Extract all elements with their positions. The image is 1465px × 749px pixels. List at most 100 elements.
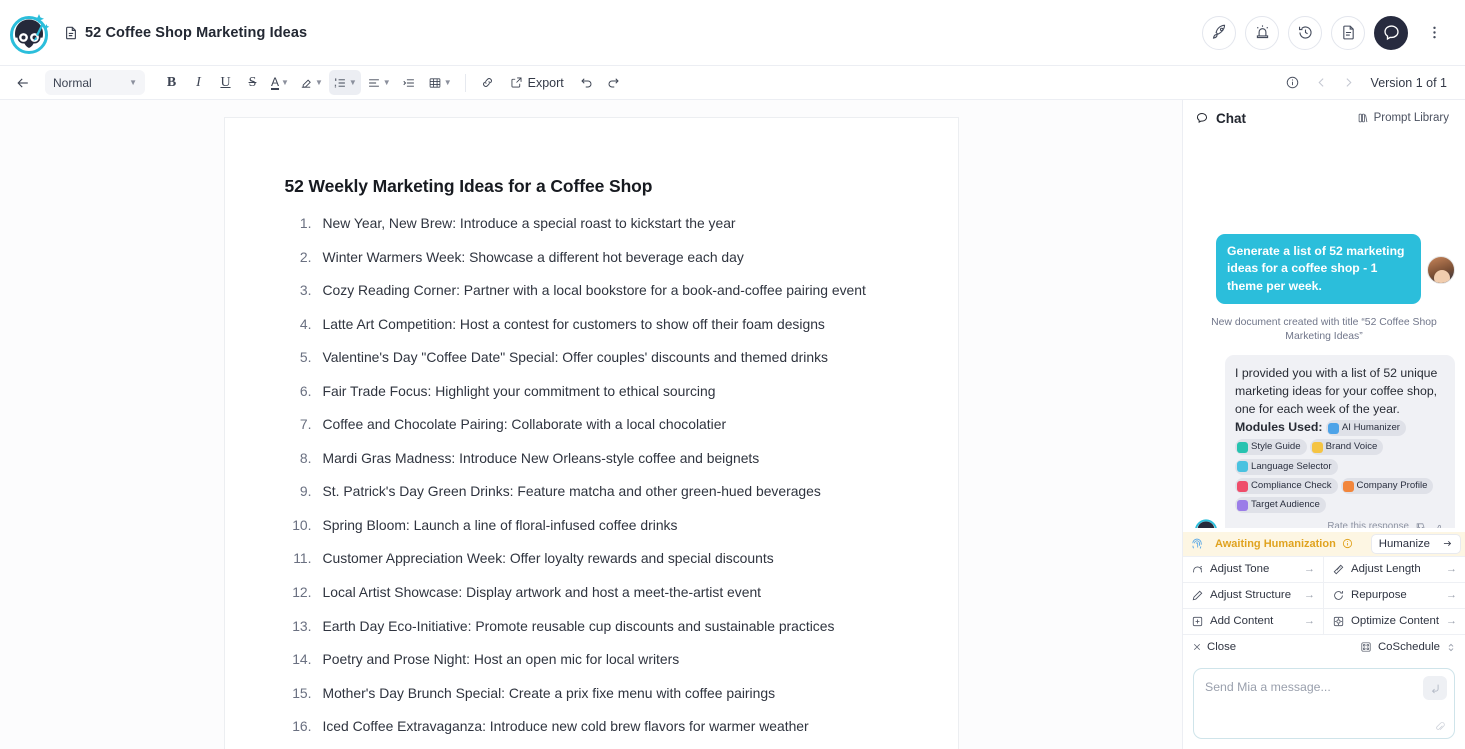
list-item: Local Artist Showcase: Display artwork a…	[285, 582, 762, 602]
list-item: Mardi Gras Madness: Introduce New Orlean…	[285, 448, 760, 468]
back-button[interactable]	[10, 70, 35, 95]
rocket-icon-button[interactable]	[1202, 15, 1236, 50]
pencil-icon	[1191, 589, 1204, 602]
underline-button[interactable]: U	[213, 70, 238, 95]
export-button[interactable]: Export	[502, 70, 572, 95]
strikethrough-button[interactable]: S	[240, 70, 265, 95]
refresh-icon	[1332, 589, 1345, 602]
list-item: Fair Trade Focus: Highlight your commitm…	[285, 381, 716, 401]
assistant-message-bubble: I provided you with a list of 52 unique …	[1225, 354, 1455, 528]
module-color-icon	[1237, 441, 1248, 453]
thumbs-up-icon[interactable]	[1433, 522, 1445, 528]
italic-button[interactable]: I	[186, 70, 211, 95]
undo-button[interactable]	[574, 70, 599, 95]
chat-header: Chat Prompt Library	[1183, 100, 1465, 136]
link-button[interactable]	[475, 70, 500, 95]
coschedule-selector[interactable]: CoSchedule	[1360, 641, 1456, 653]
list-item: Spring Bloom: Launch a line of floral-in…	[285, 515, 678, 535]
list-item: Poetry and Prose Night: Host an open mic…	[285, 649, 680, 669]
module-chip-label: Style Guide	[1251, 441, 1301, 453]
module-chip: Style Guide	[1235, 439, 1307, 456]
next-version-button[interactable]	[1338, 76, 1359, 89]
document-page[interactable]: 52 Weekly Marketing Ideas for a Coffee S…	[223, 117, 959, 749]
editor-toolbar: Normal ▼ B I U S A ▼ ▼ ▼ ▼ ▼ Export Vers…	[0, 65, 1465, 100]
module-chip-label: Company Profile	[1356, 479, 1428, 491]
indent-button[interactable]	[397, 70, 422, 95]
more-vertical-icon-button[interactable]	[1417, 15, 1451, 50]
bold-button[interactable]: B	[159, 70, 184, 95]
rate-response-row: Rate this response	[1235, 520, 1445, 528]
quick-action-adjust-tone[interactable]: Adjust Tone →	[1183, 555, 1324, 582]
ordered-list-button[interactable]: ▼	[328, 70, 361, 95]
quick-action-adjust-length[interactable]: Adjust Length →	[1324, 555, 1465, 582]
align-button[interactable]: ▼	[363, 70, 395, 95]
chevron-down-icon: ▼	[348, 78, 357, 87]
text-color-button[interactable]: A ▼	[267, 70, 293, 95]
close-button[interactable]: Close	[1192, 641, 1236, 653]
table-button[interactable]: ▼	[424, 70, 456, 95]
quick-actions-grid: Adjust Tone → Adjust Length → Adjust Structu…	[1183, 555, 1465, 634]
list-item: Winter Warmers Week: Showcase a differen…	[285, 247, 744, 267]
chevron-down-icon: ▼	[314, 78, 323, 87]
info-button[interactable]	[1280, 70, 1305, 95]
list-item: New Year, New Brew: Introduce a special …	[285, 213, 736, 233]
info-icon[interactable]	[1342, 538, 1353, 549]
quick-action-repurpose[interactable]: Repurpose →	[1324, 581, 1465, 608]
page-title: 52 Weekly Marketing Ideas for a Coffee S…	[284, 176, 653, 196]
quick-action-adjust-structure[interactable]: Adjust Structure →	[1183, 581, 1324, 608]
send-button[interactable]	[1423, 676, 1447, 700]
export-label: Export	[527, 75, 564, 90]
app-logo[interactable]	[8, 10, 54, 56]
list-item: Mother's Day Brunch Special: Create a pr…	[285, 683, 776, 703]
siren-icon-button[interactable]	[1245, 15, 1279, 50]
toolbar-right-group: Version 1 of 1	[1280, 70, 1455, 95]
quick-action-label: Add Content	[1210, 615, 1274, 628]
table-icon	[428, 76, 442, 90]
user-message-row: Generate a list of 52 marketing ideas fo…	[1193, 234, 1455, 304]
prompt-library-button[interactable]: Prompt Library	[1351, 108, 1455, 128]
ai-message-row: I provided you with a list of 52 unique …	[1193, 354, 1455, 528]
humanize-button-label: Humanize	[1378, 537, 1430, 550]
quick-action-optimize-content[interactable]: Optimize Content →	[1324, 607, 1465, 634]
module-chip-label: Brand Voice	[1325, 441, 1378, 453]
plus-box-icon	[1191, 615, 1204, 628]
version-label: Version 1 of 1	[1370, 75, 1447, 90]
chevron-down-icon: ▼	[129, 78, 137, 87]
humanize-button[interactable]: Humanize	[1370, 533, 1461, 554]
document-icon-button[interactable]	[1331, 15, 1365, 50]
paragraph-style-select[interactable]: Normal ▼	[45, 70, 145, 95]
chevron-down-icon: ▼	[443, 78, 452, 87]
module-color-icon	[1342, 480, 1354, 492]
attachment-icon[interactable]	[1434, 721, 1446, 733]
chat-footer: Close CoSchedule	[1183, 633, 1465, 660]
module-color-icon	[1311, 441, 1323, 453]
chat-icon-button[interactable]	[1374, 15, 1408, 50]
quick-action-label: Optimize Content	[1351, 615, 1439, 628]
quick-action-label: Adjust Structure	[1210, 589, 1292, 602]
module-chip-label: AI Humanizer	[1341, 422, 1401, 434]
highlight-button[interactable]: ▼	[295, 70, 327, 95]
avatar	[1427, 256, 1455, 284]
prompt-library-label: Prompt Library	[1373, 112, 1449, 124]
undo-icon	[579, 75, 594, 90]
redo-icon	[606, 75, 621, 90]
prev-version-button[interactable]	[1311, 76, 1332, 89]
chat-panel: Chat Prompt Library Generate a list of 5…	[1182, 100, 1465, 749]
user-message: Generate a list of 52 marketing ideas fo…	[1216, 234, 1421, 304]
arrow-right-icon: →	[1446, 589, 1457, 602]
arrow-right-icon: →	[1446, 563, 1457, 576]
thumbs-down-icon[interactable]	[1415, 522, 1427, 528]
redo-button[interactable]	[601, 70, 626, 95]
quick-action-add-content[interactable]: Add Content →	[1183, 607, 1324, 634]
coschedule-label: CoSchedule	[1377, 641, 1440, 654]
module-color-icon	[1237, 499, 1248, 511]
history-icon-button[interactable]	[1288, 15, 1322, 50]
document-title-block[interactable]: 52 Coffee Shop Marketing Ideas	[64, 25, 307, 41]
chat-composer: Send Mia a message...	[1183, 660, 1465, 749]
assistant-avatar-icon	[1193, 517, 1219, 528]
message-input-box[interactable]: Send Mia a message...	[1193, 668, 1455, 739]
main-body: 52 Weekly Marketing Ideas for a Coffee S…	[0, 100, 1465, 749]
module-chip-label: Compliance Check	[1251, 479, 1332, 491]
indent-icon	[402, 76, 416, 90]
info-icon	[1285, 75, 1300, 90]
